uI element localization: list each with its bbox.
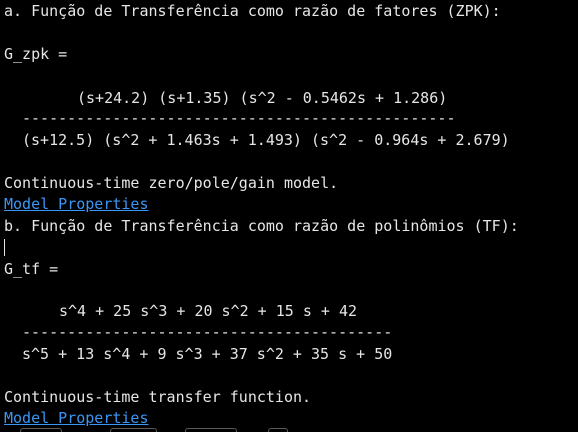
clipped-control <box>268 428 288 432</box>
tf-numerator: s^4 + 25 s^3 + 20 s^2 + 15 s + 42 <box>59 302 358 320</box>
text-cursor <box>4 239 5 256</box>
tf-fraction-divider: ----------------------------------------… <box>22 323 393 341</box>
zpk-variable-label: G_zpk = <box>4 45 68 63</box>
clipped-control <box>185 428 237 432</box>
tf-model-properties-link[interactable]: Model Properties <box>4 408 149 428</box>
zpk-model-properties-link[interactable]: Model Properties <box>4 194 149 214</box>
zpk-model-description: Continuous-time zero/pole/gain model. <box>4 174 339 192</box>
clipped-next-row <box>0 427 578 432</box>
zpk-heading: a. Função de Transferência como razão de… <box>4 2 501 20</box>
zpk-denominator: (s+12.5) (s^2 + 1.463s + 1.493) (s^2 - 0… <box>22 131 510 149</box>
zpk-fraction-divider: ----------------------------------------… <box>22 109 456 127</box>
command-window-output: a. Função de Transferência como razão de… <box>0 0 578 432</box>
tf-heading: b. Função de Transferência como razão de… <box>4 217 519 235</box>
tf-model-description: Continuous-time transfer function. <box>4 388 312 406</box>
clipped-control <box>110 428 157 432</box>
clipped-control <box>20 428 62 432</box>
tf-denominator: s^5 + 13 s^4 + 9 s^3 + 37 s^2 + 35 s + 5… <box>22 345 393 363</box>
zpk-numerator: (s+24.2) (s+1.35) (s^2 - 0.5462s + 1.286… <box>77 89 448 107</box>
tf-variable-label: G_tf = <box>4 260 59 278</box>
